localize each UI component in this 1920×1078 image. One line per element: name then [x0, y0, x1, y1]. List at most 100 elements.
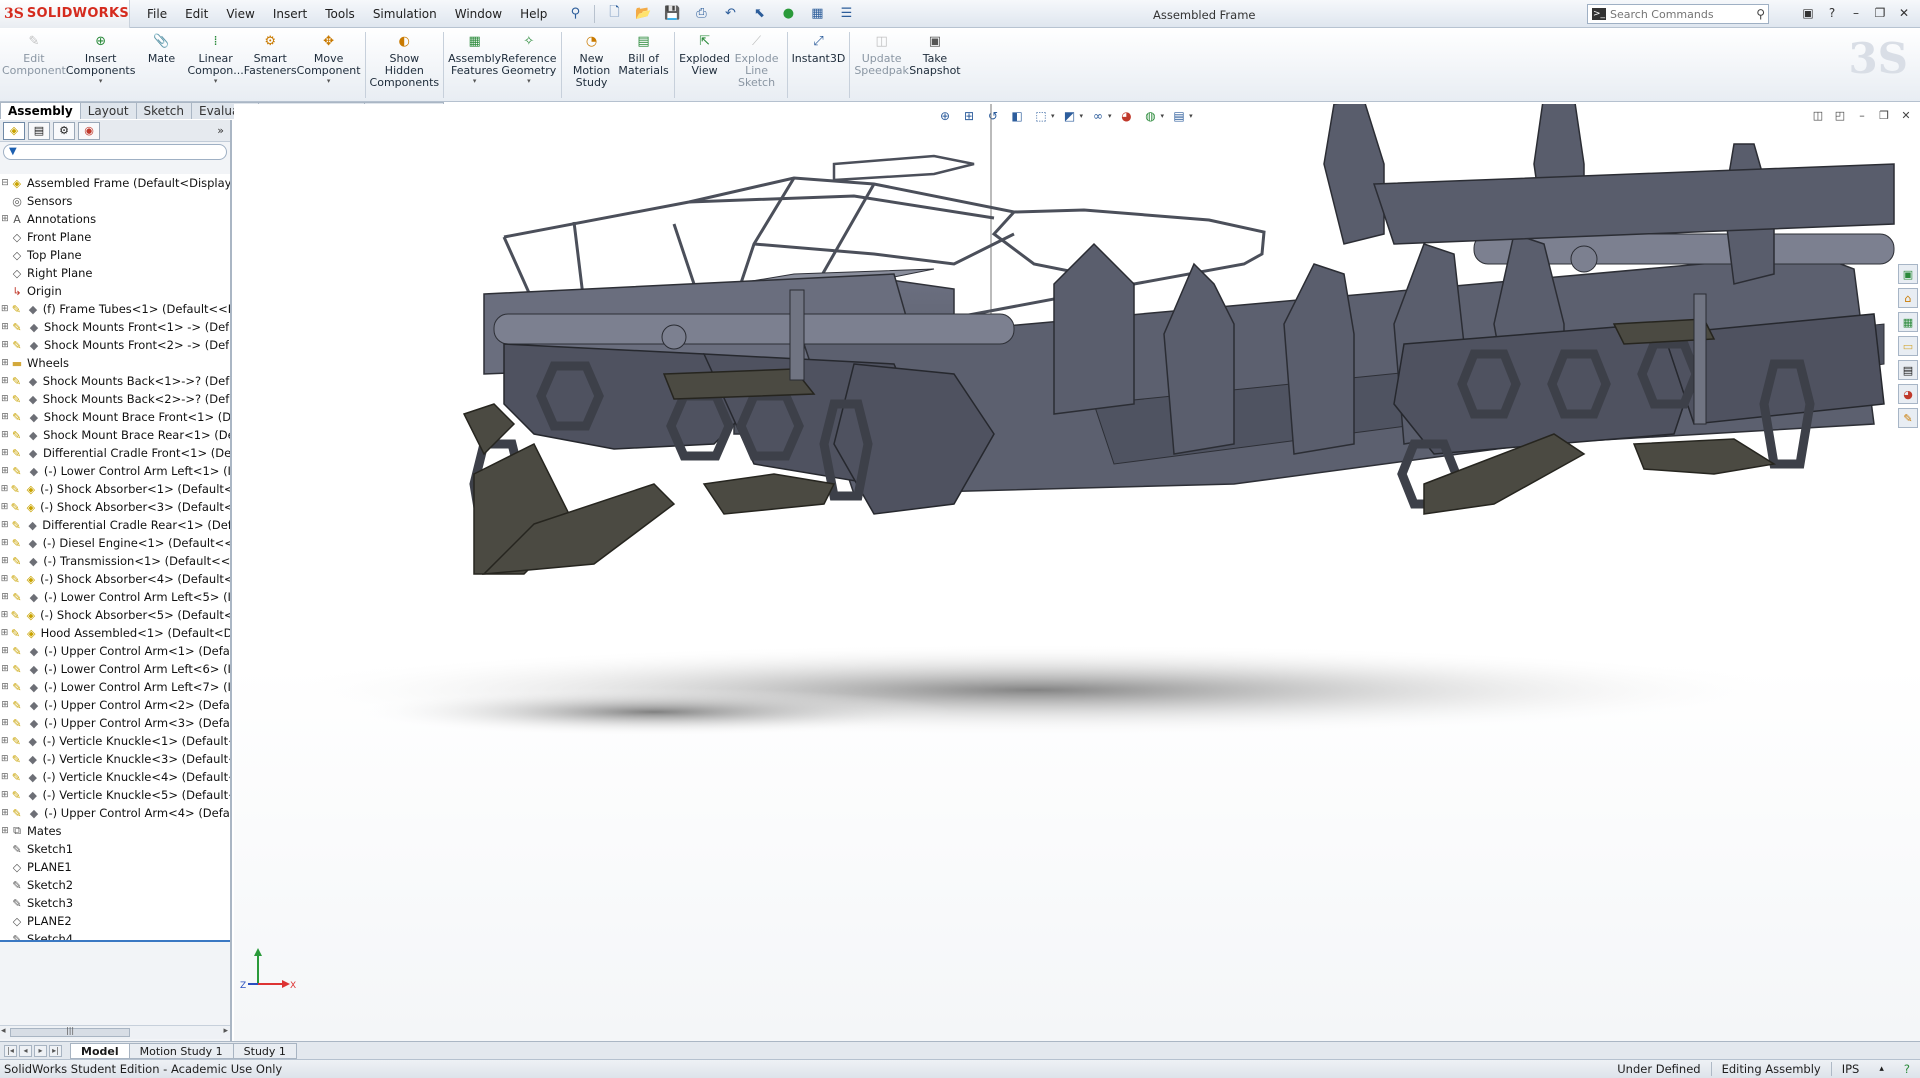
displaymanager-tab-icon[interactable]: ◉ [78, 121, 100, 140]
expand-icon[interactable]: ⊞ [0, 826, 10, 836]
bom-button[interactable]: ▤ Bill of Materials [618, 28, 670, 77]
instant3d-button[interactable]: ⤢ Instant3D [792, 28, 846, 65]
show-hidden-button[interactable]: ◐ Show Hidden Components [370, 28, 440, 89]
tree-root-item[interactable]: ⊟ ◈ Assembled Frame (Default<Display [0, 174, 230, 192]
expand-icon[interactable]: ⊞ [0, 376, 10, 386]
view-palette-tab-icon[interactable]: ▤ [1898, 360, 1918, 380]
tree-item[interactable]: ⊞ ✎ ◆ (-) Upper Control Arm<3> (Defa [0, 714, 230, 732]
dropdown-arrow-icon[interactable]: ▾ [327, 77, 331, 85]
search-input[interactable] [1610, 7, 1740, 21]
tree-item[interactable]: ↳ Origin [0, 282, 230, 300]
motion-study-button[interactable]: ◔ New Motion Study [566, 28, 618, 89]
solidworks-resources-icon[interactable]: ▣ [1798, 4, 1818, 22]
tree-item[interactable]: ⊞ ✎ ◆ (-) Verticle Knuckle<1> (Default< [0, 732, 230, 750]
move-component-button[interactable]: ✥ Move Component ▾ [297, 28, 361, 86]
snapshot-button[interactable]: ▣ Take Snapshot [909, 28, 961, 77]
expand-icon[interactable]: ⊞ [0, 448, 10, 458]
expand-icon[interactable]: ⊞ [0, 520, 10, 530]
assembly-features-button[interactable]: ▦ Assembly Features ▾ [448, 28, 501, 86]
smart-fasteners-button[interactable]: ⚙ Smart Fasteners [244, 28, 297, 77]
tree-item[interactable]: ⊞ ✎ ◆ (-) Upper Control Arm<1> (Defa [0, 642, 230, 660]
tree-item[interactable]: ⊞ ✎ ◆ (-) Lower Control Arm Left<6> (I [0, 660, 230, 678]
expand-icon[interactable]: ⊞ [0, 736, 10, 746]
expand-icon[interactable]: ⊞ [0, 628, 9, 638]
tree-item[interactable]: ⊞ ✎ ◆ (-) Verticle Knuckle<3> (Default< [0, 750, 230, 768]
dropdown-arrow-icon[interactable]: ▾ [214, 77, 218, 85]
reference-geometry-button[interactable]: ✧ Reference Geometry ▾ [501, 28, 556, 86]
tree-item[interactable]: ◇ Right Plane [0, 264, 230, 282]
tree-item[interactable]: ✎ Sketch1 [0, 840, 230, 858]
tree-item[interactable]: ⊞ ✎ ◆ (-) Upper Control Arm<2> (Defa [0, 696, 230, 714]
tree-item[interactable]: ⊞ ✎ ◆ Differential Cradle Rear<1> (Defa [0, 516, 230, 534]
expand-icon[interactable]: ⊞ [0, 700, 10, 710]
tree-item[interactable]: ⊞ ✎ ◆ (-) Lower Control Arm Left<7> (I [0, 678, 230, 696]
tree-item[interactable]: ⊞ ✎ ◆ (-) Lower Control Arm Left<5> (I [0, 588, 230, 606]
tree-item[interactable]: ✎ Sketch4 [0, 930, 230, 940]
tree-item[interactable]: ⊞✎ ◈ (-) Shock Absorber<3> (Default<Dis [0, 498, 230, 516]
units-status[interactable]: IPS [1832, 1062, 1870, 1076]
tree-item[interactable]: ⊞ ✎ ◆ Shock Mount Brace Rear<1> (De [0, 426, 230, 444]
tree-item[interactable]: ⊞ ✎ ◆ (-) Verticle Knuckle<5> (Default< [0, 786, 230, 804]
tree-item[interactable]: ◇ PLANE2 [0, 912, 230, 930]
close-button[interactable]: ✕ [1894, 4, 1914, 22]
featuremanager-tab-icon[interactable]: ◈ [3, 121, 25, 140]
panel-horizontal-scrollbar[interactable]: ◂ ||| ▸ [0, 1025, 230, 1039]
tab-layout[interactable]: Layout [79, 102, 137, 119]
tab-sketch[interactable]: Sketch [135, 102, 192, 119]
assembly-model-view[interactable] [234, 104, 1920, 1041]
select-arrow-icon[interactable]: ⬉ [746, 4, 772, 24]
search-commands-box[interactable]: >_ ⚲ [1587, 4, 1769, 24]
collapse-panel-icon[interactable]: » [217, 124, 224, 137]
tree-filter-input[interactable]: ▼ [3, 144, 227, 160]
design-library-tab-icon[interactable]: ▦ [1898, 312, 1918, 332]
appearances-tab-icon[interactable]: ◕ [1898, 384, 1918, 404]
print-icon[interactable]: ⎙ [688, 4, 714, 24]
linear-pattern-button[interactable]: ⁞ Linear Compon... ▾ [187, 28, 243, 86]
tree-item[interactable]: ⊞✎ ◈ (-) Shock Absorber<1> (Default<Dis [0, 480, 230, 498]
insert-components-button[interactable]: ⊕ Insert Components ▾ [66, 28, 136, 86]
restore-button[interactable]: ❐ [1870, 4, 1890, 22]
graphics-area[interactable]: ⊕ ⊞ ↺ ◧ ⬚▾ ◩▾ ∞▾ ◕ ◍▾ ▤▾ ◫ ◰ – ❐ ✕ [234, 104, 1920, 1041]
mate-button[interactable]: 📎 Mate [135, 28, 187, 65]
tree-item[interactable]: ⊞ ✎ ◆ (-) Transmission<1> (Default<<l [0, 552, 230, 570]
expand-icon[interactable]: ⊞ [0, 358, 10, 368]
file-properties-icon[interactable]: ▦ [804, 4, 830, 24]
menu-help[interactable]: Help [511, 0, 556, 28]
open-folder-icon[interactable]: 📂 [630, 4, 656, 24]
expand-icon[interactable]: ⊞ [0, 430, 10, 440]
last-tab-icon[interactable]: ▸| [49, 1044, 62, 1057]
configurationmanager-tab-icon[interactable]: ⚙ [53, 121, 75, 140]
minimize-button[interactable]: – [1846, 4, 1866, 22]
tree-item[interactable]: ⊞ ✎ ◆ (f) Frame Tubes<1> (Default<<D [0, 300, 230, 318]
tree-item[interactable]: ⊞ ✎ ◆ Shock Mounts Back<1>->? (Defa [0, 372, 230, 390]
help-icon[interactable]: ? [1822, 4, 1842, 22]
options-icon[interactable]: ☰ [833, 4, 859, 24]
file-explorer-tab-icon[interactable]: ▭ [1898, 336, 1918, 356]
tree-item[interactable]: ⊞ ✎ ◆ Shock Mount Brace Front<1> (D [0, 408, 230, 426]
new-document-icon[interactable]: 🗋 [601, 4, 627, 24]
tree-item[interactable]: ⊞✎ ◈ (-) Shock Absorber<4> (Default<Dis [0, 570, 230, 588]
dropdown-arrow-icon[interactable]: ▾ [99, 77, 103, 85]
expand-icon[interactable]: ⊞ [0, 340, 10, 350]
expand-icon[interactable]: ⊞ [0, 772, 10, 782]
home-tab-icon[interactable]: ⌂ [1898, 288, 1918, 308]
prev-tab-icon[interactable]: ◂ [19, 1044, 32, 1057]
expand-icon[interactable]: ⊞ [0, 484, 9, 494]
exploded-view-button[interactable]: ⇱ Exploded View [679, 28, 731, 77]
units-dropdown-icon[interactable]: ▴ [1869, 1064, 1894, 1074]
save-icon[interactable]: 💾 [659, 4, 685, 24]
first-tab-icon[interactable]: |◂ [4, 1044, 17, 1057]
tree-item[interactable]: ◇ Front Plane [0, 228, 230, 246]
menu-tools[interactable]: Tools [316, 0, 364, 28]
tab-study-1[interactable]: Study 1 [232, 1042, 297, 1059]
edit-component-button[interactable]: ✎ Edit Component [2, 28, 66, 77]
expand-icon[interactable]: ⊞ [0, 538, 10, 548]
dropdown-arrow-icon[interactable]: ▾ [527, 77, 531, 85]
menu-simulation[interactable]: Simulation [364, 0, 446, 28]
undo-icon[interactable]: ↶ [717, 4, 743, 24]
expand-icon[interactable]: ⊞ [0, 502, 9, 512]
tree-item[interactable]: ⊞ ✎ ◆ Shock Mounts Back<2>->? (Defa [0, 390, 230, 408]
tree-item[interactable]: ⊞ ✎ ◆ (-) Diesel Engine<1> (Default<<l [0, 534, 230, 552]
next-tab-icon[interactable]: ▸ [34, 1044, 47, 1057]
custom-properties-tab-icon[interactable]: ✎ [1898, 408, 1918, 428]
